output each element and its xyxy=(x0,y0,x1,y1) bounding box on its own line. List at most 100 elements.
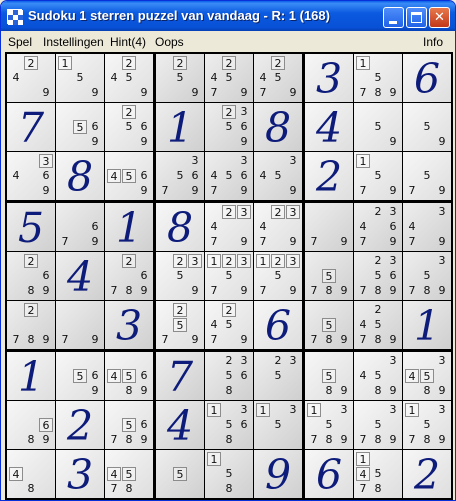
candidate-digit[interactable]: 5 xyxy=(222,467,236,481)
candidate-digit[interactable]: 6 xyxy=(88,369,102,383)
candidate-digit[interactable]: 2 xyxy=(371,205,385,219)
candidate-digit[interactable]: 8 xyxy=(371,333,385,347)
candidate-digit[interactable]: 8 xyxy=(371,284,385,298)
sudoku-cell[interactable]: 45689 xyxy=(105,352,153,400)
sudoku-cell[interactable]: 4 xyxy=(156,401,204,449)
candidate-digit[interactable]: 7 xyxy=(207,86,221,100)
candidate-digit[interactable]: 9 xyxy=(386,333,400,347)
candidate-digit[interactable]: 4 xyxy=(256,71,270,85)
sudoku-cell[interactable]: 5789 xyxy=(305,301,353,349)
sudoku-cell[interactable]: 4 xyxy=(305,103,353,151)
candidate-digit[interactable]: 7 xyxy=(307,433,321,447)
candidate-digit[interactable]: 2 xyxy=(271,56,285,70)
candidate-digit[interactable]: 9 xyxy=(39,284,53,298)
sudoku-cell[interactable]: 1 xyxy=(7,352,55,400)
candidate-digit[interactable]: 8 xyxy=(122,284,136,298)
candidate-digit[interactable]: 5 xyxy=(222,369,236,383)
sudoku-cell[interactable]: 1 xyxy=(403,301,451,349)
sudoku-cell[interactable]: 2459 xyxy=(105,54,153,102)
candidate-digit[interactable]: 5 xyxy=(371,269,385,283)
candidate-digit[interactable]: 4 xyxy=(207,169,221,183)
candidate-digit[interactable]: 5 xyxy=(420,418,434,432)
candidate-digit[interactable]: 5 xyxy=(271,169,285,183)
sudoku-cell[interactable]: 59 xyxy=(403,103,451,151)
candidate-digit[interactable]: 5 xyxy=(122,120,136,134)
sudoku-cell[interactable]: 7 xyxy=(7,103,55,151)
candidate-digit[interactable]: 9 xyxy=(435,433,449,447)
candidate-digit[interactable]: 5 xyxy=(73,120,87,134)
candidate-digit[interactable]: 5 xyxy=(271,418,285,432)
sudoku-cell[interactable]: 2356 789 xyxy=(354,252,402,300)
sudoku-cell[interactable]: 5 xyxy=(7,203,55,251)
candidate-digit[interactable]: 9 xyxy=(337,235,351,249)
candidate-digit[interactable]: 9 xyxy=(386,384,400,398)
candidate-digit[interactable]: 3 xyxy=(386,205,400,219)
candidate-digit[interactable]: 8 xyxy=(122,433,136,447)
sudoku-cell[interactable]: 6 7 9 xyxy=(56,203,104,251)
candidate-digit[interactable]: 4 xyxy=(405,220,419,234)
candidate-digit[interactable]: 7 xyxy=(356,184,370,198)
candidate-digit[interactable]: 3 xyxy=(188,254,202,268)
candidate-digit[interactable]: 4 xyxy=(256,169,270,183)
sudoku-cell[interactable]: 356 7 9 xyxy=(156,152,204,200)
candidate-digit[interactable]: 3 xyxy=(286,205,300,219)
candidate-digit[interactable]: 5 xyxy=(420,269,434,283)
candidate-digit[interactable]: 9 xyxy=(88,86,102,100)
candidate-digit[interactable]: 9 xyxy=(386,184,400,198)
candidate-digit[interactable]: 9 xyxy=(386,135,400,149)
candidate-digit[interactable]: 3 xyxy=(435,205,449,219)
candidate-digit[interactable]: 8 xyxy=(222,482,236,496)
candidate-digit[interactable]: 7 xyxy=(58,235,72,249)
candidate-digit[interactable]: 7 xyxy=(158,333,172,347)
menu-oops[interactable]: Oops xyxy=(155,35,184,49)
sudoku-cell[interactable]: 12357 9 xyxy=(254,252,302,300)
sudoku-cell[interactable]: 3 4 69 xyxy=(7,152,55,200)
candidate-digit[interactable]: 4 xyxy=(256,220,270,234)
menu-spel[interactable]: Spel xyxy=(8,35,32,49)
candidate-digit[interactable]: 1 xyxy=(307,403,321,417)
candidate-digit[interactable]: 9 xyxy=(286,86,300,100)
candidate-digit[interactable]: 4 xyxy=(207,71,221,85)
candidate-digit[interactable]: 5 xyxy=(122,467,136,481)
candidate-digit[interactable]: 5 xyxy=(322,418,336,432)
candidate-digit[interactable]: 3 xyxy=(286,403,300,417)
candidate-digit[interactable]: 8 xyxy=(420,384,434,398)
candidate-digit[interactable]: 2 xyxy=(122,254,136,268)
candidate-digit[interactable]: 9 xyxy=(337,333,351,347)
candidate-digit[interactable]: 7 xyxy=(356,482,370,496)
candidate-digit[interactable]: 7 xyxy=(207,184,221,198)
candidate-digit[interactable]: 9 xyxy=(386,284,400,298)
sudoku-cell[interactable]: 4578 xyxy=(105,450,153,498)
candidate-digit[interactable]: 6 xyxy=(237,169,251,183)
candidate-digit[interactable]: 5 xyxy=(222,169,236,183)
candidate-digit[interactable]: 9 xyxy=(386,86,400,100)
sudoku-cell[interactable]: 79 xyxy=(56,301,104,349)
candidate-digit[interactable]: 9 xyxy=(88,135,102,149)
sudoku-cell[interactable]: 23568 xyxy=(205,352,253,400)
candidate-digit[interactable]: 3 xyxy=(237,154,251,168)
candidate-digit[interactable]: 1 xyxy=(207,452,221,466)
candidate-digit[interactable]: 4 xyxy=(107,467,121,481)
candidate-digit[interactable]: 9 xyxy=(88,384,102,398)
candidate-digit[interactable]: 5 xyxy=(322,269,336,283)
candidate-digit[interactable]: 9 xyxy=(237,333,251,347)
candidate-digit[interactable]: 5 xyxy=(420,369,434,383)
sudoku-cell[interactable]: 1 35789 xyxy=(403,401,451,449)
candidate-digit[interactable]: 7 xyxy=(356,284,370,298)
sudoku-cell[interactable]: 15789 xyxy=(354,54,402,102)
candidate-digit[interactable]: 7 xyxy=(256,235,270,249)
candidate-digit[interactable]: 8 xyxy=(322,384,336,398)
sudoku-cell[interactable]: 6 xyxy=(254,301,302,349)
candidate-digit[interactable]: 7 xyxy=(356,235,370,249)
candidate-digit[interactable]: 6 xyxy=(137,169,151,183)
candidate-digit[interactable]: 8 xyxy=(322,284,336,298)
candidate-digit[interactable]: 5 xyxy=(322,369,336,383)
candidate-digit[interactable]: 8 xyxy=(24,482,38,496)
candidate-digit[interactable]: 5 xyxy=(122,418,136,432)
candidate-digit[interactable]: 6 xyxy=(39,269,53,283)
sudoku-cell[interactable]: 569 xyxy=(56,352,104,400)
candidate-digit[interactable]: 8 xyxy=(420,433,434,447)
candidate-digit[interactable]: 2 xyxy=(271,354,285,368)
candidate-digit[interactable]: 7 xyxy=(256,284,270,298)
candidate-digit[interactable]: 1 xyxy=(256,254,270,268)
